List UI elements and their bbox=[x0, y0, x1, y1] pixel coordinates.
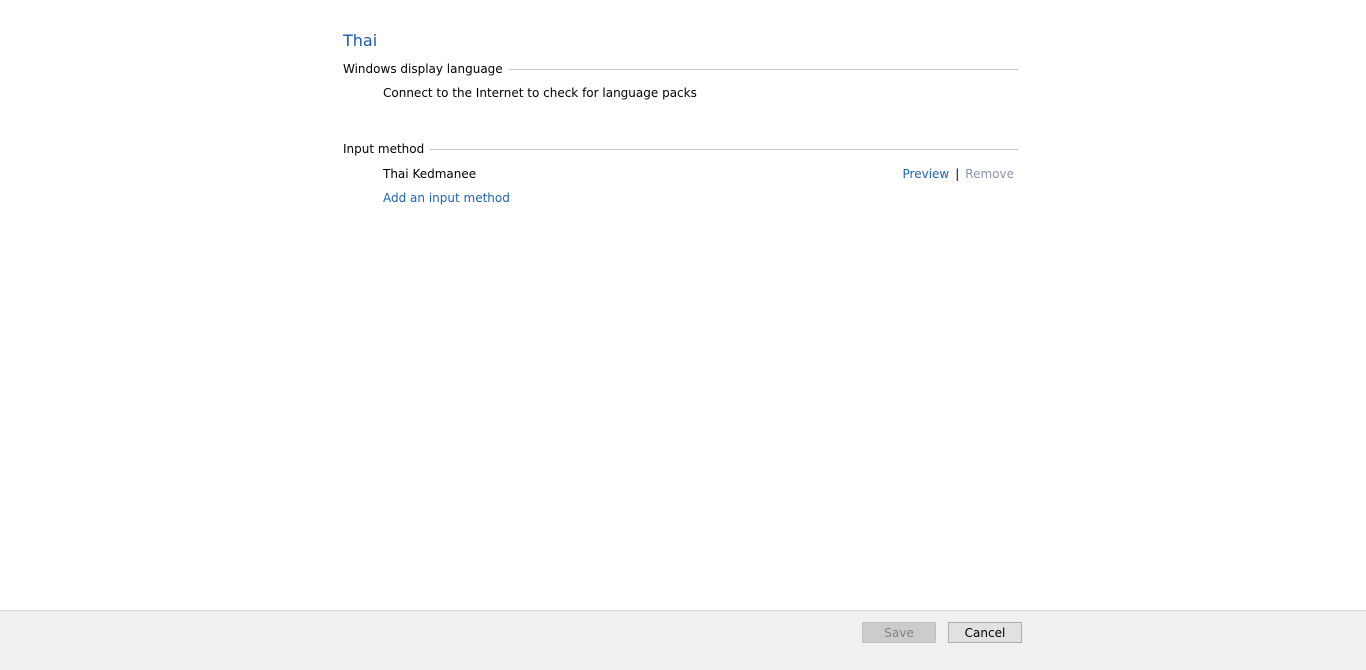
cancel-button[interactable]: Cancel bbox=[948, 622, 1022, 643]
preview-link[interactable]: Preview bbox=[903, 167, 950, 181]
display-language-divider bbox=[508, 68, 1018, 70]
input-method-row: Thai Kedmanee Preview | Remove bbox=[383, 166, 1014, 182]
input-method-header-label: Input method bbox=[343, 142, 425, 156]
remove-link[interactable]: Remove bbox=[965, 167, 1014, 181]
footer-bar: Save Cancel bbox=[0, 610, 1366, 670]
display-language-section-header: Windows display language bbox=[343, 61, 1018, 77]
add-input-method-link[interactable]: Add an input method bbox=[383, 191, 510, 205]
display-language-header-label: Windows display language bbox=[343, 62, 503, 76]
input-method-name: Thai Kedmanee bbox=[383, 167, 477, 181]
language-options-page: Thai Windows display language Connect to… bbox=[0, 0, 1366, 670]
page-title: Thai bbox=[343, 31, 378, 50]
save-button[interactable]: Save bbox=[862, 622, 936, 643]
input-method-section-header: Input method bbox=[343, 141, 1018, 157]
input-method-actions: Preview | Remove bbox=[903, 167, 1014, 181]
input-method-divider bbox=[430, 148, 1018, 150]
connect-message: Connect to the Internet to check for lan… bbox=[383, 86, 697, 100]
action-separator: | bbox=[955, 167, 960, 181]
